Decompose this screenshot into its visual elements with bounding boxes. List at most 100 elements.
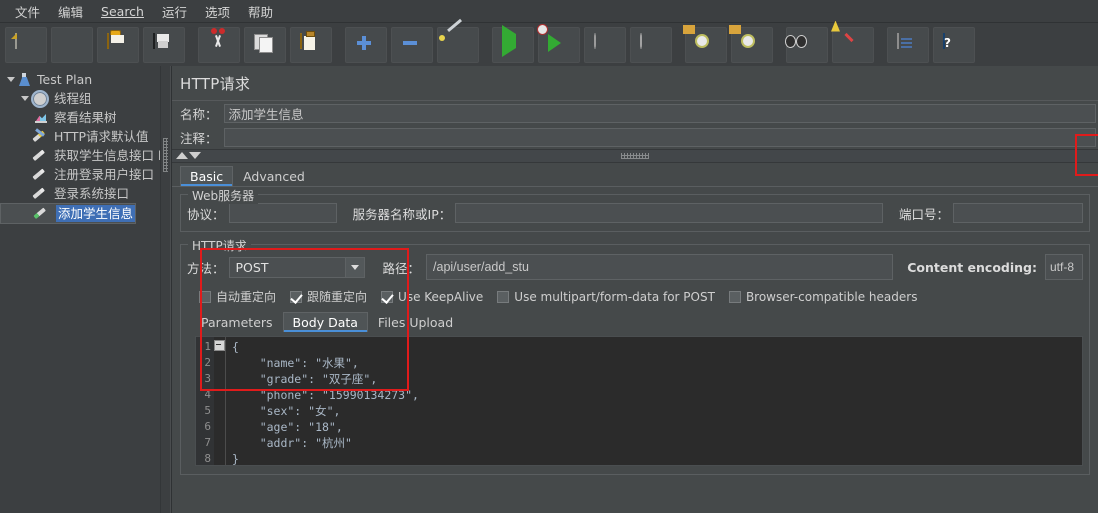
fold-toggle-icon[interactable] (214, 340, 225, 351)
horizontal-splitter[interactable] (172, 149, 1098, 163)
test-plan-tree[interactable]: Test Plan 线程组 察看结果树 HTTP请求默认值 获取学生信息接口 h (0, 66, 166, 513)
chevron-down-icon[interactable] (20, 93, 31, 104)
menu-item-help[interactable]: 帮助 (239, 0, 282, 23)
tab-files-upload[interactable]: Files Upload (368, 312, 463, 332)
menu-item-edit[interactable]: 编辑 (49, 0, 92, 23)
page-title: HTTP请求 (180, 75, 251, 93)
log-icon (897, 32, 919, 56)
tab-bar: Basic Advanced (172, 166, 1098, 186)
content-encoding-label: Content encoding: (907, 259, 1037, 275)
menu-item-search[interactable]: Search (92, 2, 153, 21)
splitter-grip[interactable] (163, 138, 168, 172)
shutdown-icon (640, 32, 662, 56)
path-label: 路径： (382, 260, 421, 276)
open-button[interactable] (97, 26, 139, 63)
port-input[interactable] (953, 203, 1083, 223)
tab-basic[interactable]: Basic (180, 166, 234, 186)
splitter-grip[interactable] (621, 153, 649, 159)
checkbox-box[interactable] (290, 290, 303, 303)
checkbox-browser-compatible-headers[interactable]: Browser-compatible headers (728, 289, 918, 304)
menu-item-options[interactable]: 选项 (196, 0, 239, 23)
content-encoding-input[interactable] (1045, 254, 1083, 280)
http-sampler-icon (34, 148, 49, 163)
tab-underline (172, 186, 1098, 187)
web-server-legend: Web服务器 (188, 187, 259, 204)
checkbox-follow-redirect[interactable]: 跟随重定向 (290, 288, 367, 305)
checkbox-box[interactable] (497, 290, 510, 303)
code-fold-column[interactable] (214, 337, 226, 465)
thread-group-icon (31, 89, 49, 108)
log-button[interactable] (887, 26, 929, 63)
http-sampler-icon (34, 167, 49, 182)
save-button[interactable] (143, 26, 185, 63)
menu-item-file[interactable]: 文件 (6, 0, 49, 23)
tab-advanced[interactable]: Advanced (233, 166, 315, 186)
stop-button[interactable] (584, 26, 626, 63)
start-icon (502, 24, 524, 57)
start-no-pause-button[interactable] (538, 26, 580, 63)
checkbox-box[interactable] (199, 290, 211, 303)
line-number: 5 (204, 404, 211, 417)
chevron-down-icon[interactable] (189, 152, 201, 159)
comment-input[interactable] (223, 127, 1096, 147)
start-button[interactable] (492, 24, 534, 63)
checkbox-box[interactable] (728, 290, 741, 303)
tab-body-data[interactable]: Body Data (282, 312, 368, 332)
vertical-splitter[interactable] (160, 66, 171, 513)
method-select[interactable]: POST (228, 256, 365, 278)
checkbox-use-multipart[interactable]: Use multipart/form-data for POST (497, 290, 715, 304)
name-input[interactable] (223, 103, 1096, 123)
tree-item-test-plan[interactable]: Test Plan (0, 70, 160, 89)
templates-button[interactable] (51, 26, 93, 63)
open-icon (107, 32, 129, 56)
protocol-label: 协议： (187, 206, 225, 222)
help-button[interactable] (933, 26, 975, 63)
checkbox-label: Browser-compatible headers (745, 289, 918, 304)
tree-item-register-login[interactable]: 注册登录用户接口 (0, 165, 160, 184)
cut-button[interactable] (198, 26, 240, 63)
tree-item-login-system[interactable]: 登录系统接口 (0, 184, 160, 203)
shutdown-button[interactable] (630, 26, 672, 63)
checkbox-label: 跟随重定向 (307, 290, 368, 304)
clear-icon (695, 34, 717, 56)
body-data-editor[interactable]: 1 2 3 4 5 6 7 8 { "name": "水果", "grade":… (195, 336, 1083, 466)
reset-search-button[interactable] (832, 26, 874, 63)
chevron-up-icon[interactable] (176, 152, 188, 159)
line-number: 1 (204, 340, 211, 353)
http-defaults-icon (34, 129, 49, 144)
tree-item-add-student-info[interactable]: 添加学生信息 (0, 203, 136, 224)
path-input[interactable] (426, 254, 894, 280)
body-data-code[interactable]: { "name": "水果", "grade": "双子座", "phone":… (226, 337, 1082, 465)
method-value: POST (235, 259, 269, 275)
copy-icon (254, 34, 276, 56)
new-button[interactable] (5, 26, 47, 63)
protocol-input[interactable] (228, 203, 337, 223)
checkbox-box[interactable] (381, 290, 394, 303)
tab-parameters[interactable]: Parameters (191, 312, 283, 332)
splitter-arrows[interactable] (176, 152, 202, 160)
checkbox-auto-redirect[interactable]: 自动重定向 (199, 288, 276, 305)
collapse-button[interactable] (391, 26, 433, 63)
chevron-down-icon[interactable] (6, 74, 17, 85)
expand-button[interactable] (345, 26, 387, 63)
copy-button[interactable] (244, 26, 286, 63)
search-button[interactable] (786, 26, 828, 63)
stop-icon (594, 32, 616, 56)
server-input[interactable] (455, 203, 883, 223)
checkbox-use-keepalive[interactable]: Use KeepAlive (381, 290, 483, 304)
line-number: 7 (204, 436, 211, 449)
clear-button[interactable] (685, 26, 727, 63)
chevron-down-icon[interactable] (344, 257, 364, 277)
paste-button[interactable] (290, 26, 332, 63)
line-number: 8 (204, 452, 211, 465)
expand-icon (355, 34, 377, 56)
tree-item-http-defaults[interactable]: HTTP请求默认值 (0, 127, 160, 146)
tree-item-get-student-info[interactable]: 获取学生信息接口 h (0, 146, 166, 165)
clear-all-button[interactable] (731, 26, 773, 63)
toggle-button[interactable] (437, 26, 479, 63)
tree-item-thread-group[interactable]: 线程组 (0, 89, 160, 108)
tree-item-view-results-tree[interactable]: 察看结果树 (0, 108, 160, 127)
web-server-group: Web服务器 协议： 服务器名称或IP： 端口号： (180, 187, 1090, 232)
menu-item-run[interactable]: 运行 (153, 0, 196, 23)
start-no-pause-icon (548, 34, 570, 56)
